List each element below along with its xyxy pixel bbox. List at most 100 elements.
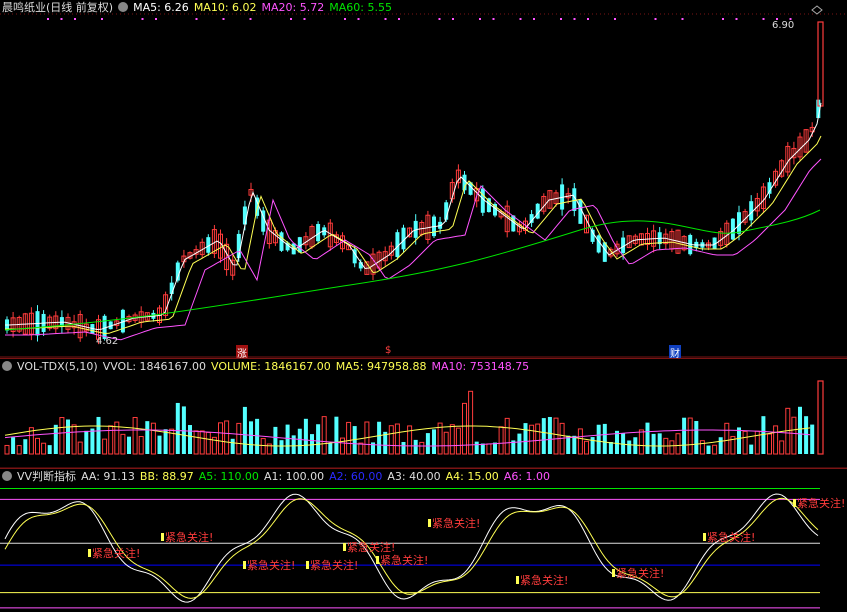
volume-bar-down	[798, 406, 802, 454]
alert-marker	[703, 533, 706, 541]
vol-ma5-legend: MA5: 947958.88	[335, 360, 427, 373]
volume-bar-down	[127, 436, 131, 454]
signal-dot	[195, 18, 198, 20]
volume-bar-down	[255, 418, 260, 454]
candle-down	[242, 206, 247, 225]
ind-name: VV判断指标	[17, 470, 77, 483]
volume-bar-up	[218, 422, 223, 455]
volume-bar-up	[669, 440, 675, 455]
volume-bar-up	[407, 425, 413, 455]
volume-bar-up	[224, 420, 230, 455]
volume-bar-down	[90, 428, 95, 454]
volume-bar-down	[608, 441, 613, 454]
volume-bar-down	[328, 443, 333, 454]
volume-bar-down	[47, 445, 52, 454]
price-chart-pane[interactable]: 晨鸣纸业(日线 前复权) MA5: 6.26 MA10: 6.02 MA20: 5.7…	[0, 0, 847, 358]
volume-bar-down	[242, 406, 247, 454]
a3-legend: A3: 40.00	[387, 470, 441, 483]
volume-bar-down	[541, 418, 546, 454]
event-marker-dollar[interactable]: $	[385, 345, 391, 356]
volume-bar-up	[535, 423, 541, 455]
alert-label: 紧急关注!	[310, 558, 358, 572]
volume-bar-down	[181, 406, 186, 454]
high-price-label: 6.90	[772, 20, 795, 31]
volume-bar-down	[651, 433, 656, 454]
alert-marker	[428, 519, 431, 527]
signal-dot	[47, 18, 49, 20]
volume-bar-up	[321, 416, 327, 455]
volume-bar-down	[297, 428, 302, 454]
volume-bar-up	[638, 429, 644, 455]
alert-label: 紧急关注!	[432, 516, 480, 530]
volume-bar-up	[199, 430, 205, 455]
volume-bar-up	[205, 431, 211, 455]
signal-dot	[222, 18, 225, 20]
volume-bar-up	[529, 424, 535, 455]
signal-dot	[438, 18, 441, 20]
vv-indicator-chart[interactable]: 紧急关注!紧急关注!紧急关注! 紧急关注!紧急关注!紧急关注!紧急关注!紧急关注!…	[0, 469, 847, 612]
volume-bar-up	[449, 424, 455, 455]
settings-gear-icon[interactable]	[2, 471, 12, 481]
volume-bar-up	[150, 422, 156, 455]
volume-bar-up	[346, 421, 352, 455]
signal-dot	[573, 18, 576, 20]
volume-bar-down	[523, 423, 528, 454]
signal-dot	[101, 18, 103, 20]
candlestick-chart[interactable]	[0, 0, 847, 358]
vol-ma10-legend: MA10: 753148.75	[431, 360, 530, 373]
volume-bar-down	[96, 416, 101, 454]
volume-bar-up	[675, 433, 681, 455]
volume-bar-down	[596, 424, 601, 454]
alert-label: 紧急关注!	[797, 496, 845, 510]
volume-bar-down	[590, 437, 595, 454]
alert-label: 紧急关注!	[247, 558, 295, 572]
volume-bar-down	[615, 430, 619, 454]
signal-dot	[452, 18, 454, 20]
aa-legend: AA: 91.13	[81, 470, 135, 483]
volume-chart-pane[interactable]: VOL-TDX(5,10) VVOL: 1846167.00 VOLUME: 184…	[0, 358, 847, 469]
volume-bar-up	[712, 444, 718, 455]
volume-bar-down	[84, 430, 89, 454]
volume-bar-down	[627, 440, 632, 454]
volume-bar-up	[553, 417, 559, 455]
signal-dot	[519, 18, 522, 20]
signal-dot	[560, 18, 562, 20]
a4-legend: A4: 15.00	[445, 470, 499, 483]
alert-label: 紧急关注!	[380, 553, 428, 567]
alert-marker	[376, 556, 379, 564]
signal-dot	[681, 18, 684, 20]
volume-bar-up	[41, 442, 47, 455]
volume-bar-down	[602, 423, 607, 454]
settings-gear-icon[interactable]	[118, 2, 129, 12]
volume-bar-down	[285, 424, 290, 454]
alert-marker	[793, 499, 796, 507]
volume-bar-up	[791, 416, 797, 455]
indicator-header: VV判断指标 AA: 91.13 BB: 88.97 A5: 110.00 A1: 10…	[2, 470, 555, 484]
signal-dot	[398, 18, 400, 20]
signal-dot	[74, 18, 76, 20]
volume-bar-up	[340, 437, 345, 455]
settings-gear-icon[interactable]	[2, 361, 12, 371]
event-marker-cai[interactable]: 财	[669, 345, 681, 358]
volume-bar-up	[724, 422, 730, 455]
ma60-legend: MA60: 5.55	[329, 1, 392, 14]
volume-bar-up	[773, 425, 779, 455]
indicator-chart-pane[interactable]: 紧急关注! 紧急关注! 紧急关注! 紧急关注! 紧急关注! 紧急关注! 紧急关注! 紧急关注!…	[0, 468, 847, 612]
volume-bar-down	[377, 421, 382, 454]
last-volume-bar	[817, 380, 824, 455]
alert-marker	[343, 543, 346, 551]
volume-bar-down	[334, 416, 339, 454]
volume-chart[interactable]	[0, 359, 847, 469]
volume-bar-up	[584, 440, 589, 455]
volume-bar-down	[737, 427, 741, 454]
signal-dot	[587, 18, 589, 20]
volume-bar-down	[517, 433, 522, 454]
volume-bar-up	[779, 440, 785, 455]
volume-bar-down	[11, 437, 16, 454]
alert-marker	[516, 576, 519, 584]
alert-label: 紧急关注!	[520, 573, 568, 587]
event-marker-zhang[interactable]: 涨	[236, 345, 248, 358]
volume-bar-up	[236, 422, 242, 455]
signal-dot	[303, 18, 306, 20]
alert-label: 紧急关注!	[347, 540, 395, 554]
